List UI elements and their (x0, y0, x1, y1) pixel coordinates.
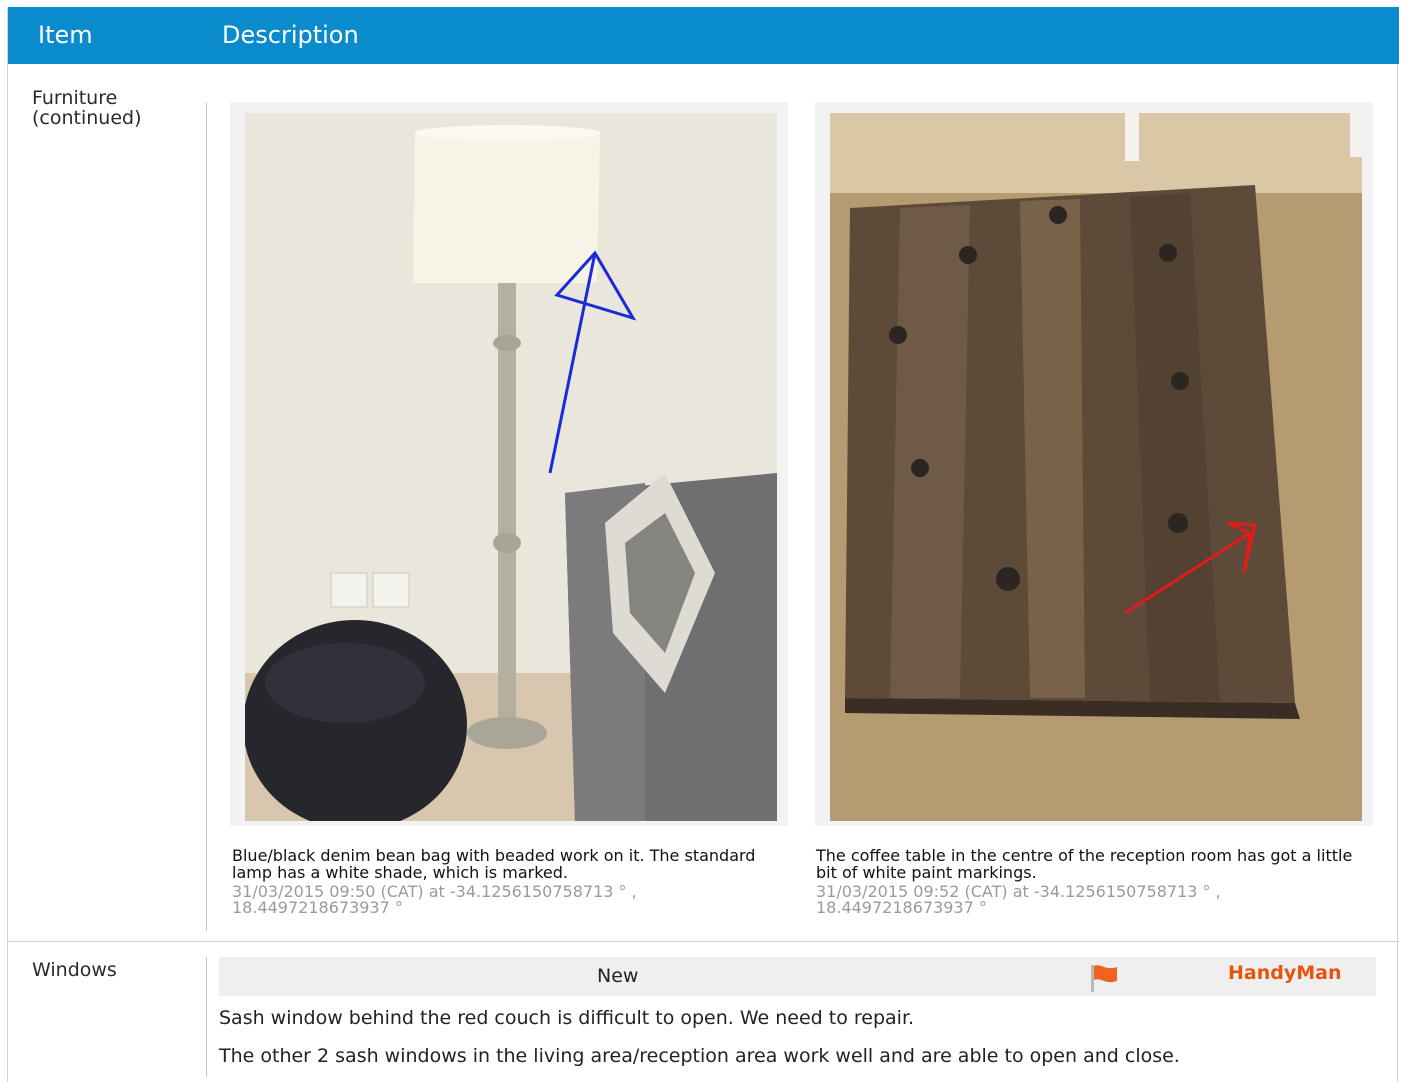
photo-lamp[interactable] (245, 113, 777, 821)
row-label-windows: Windows (32, 959, 117, 981)
flag-icon (1091, 965, 1117, 992)
windows-note-2: The other 2 sash windows in the living a… (219, 1045, 1180, 1067)
photo-caption-lamp: Blue/black denim bean bag with beaded wo… (232, 846, 756, 882)
status-bar: New HandyMan (219, 957, 1376, 996)
lamp-photo-image (245, 113, 777, 821)
assignee-label[interactable]: HandyMan (1228, 962, 1342, 984)
photo-caption-table: The coffee table in the centre of the re… (816, 846, 1353, 882)
row-label-furniture: Furniture (continued) (32, 87, 142, 129)
row-separator (8, 941, 1399, 942)
photo-table[interactable] (830, 113, 1362, 821)
table-header: Item Description (8, 7, 1399, 64)
row-divider (206, 957, 207, 1077)
photo-meta-table: 31/03/2015 09:52 (CAT) at -34.1256150758… (816, 882, 1221, 917)
column-header-item: Item (38, 21, 93, 49)
windows-note-1: Sash window behind the red couch is diff… (219, 1007, 915, 1029)
column-header-description: Description (222, 21, 359, 49)
table-photo-image (830, 113, 1362, 821)
inspection-table: Item Description Furniture (continued) B… (7, 7, 1399, 1082)
row-divider (206, 102, 207, 931)
status-label: New (597, 965, 639, 987)
photo-meta-lamp: 31/03/2015 09:50 (CAT) at -34.1256150758… (232, 882, 637, 917)
